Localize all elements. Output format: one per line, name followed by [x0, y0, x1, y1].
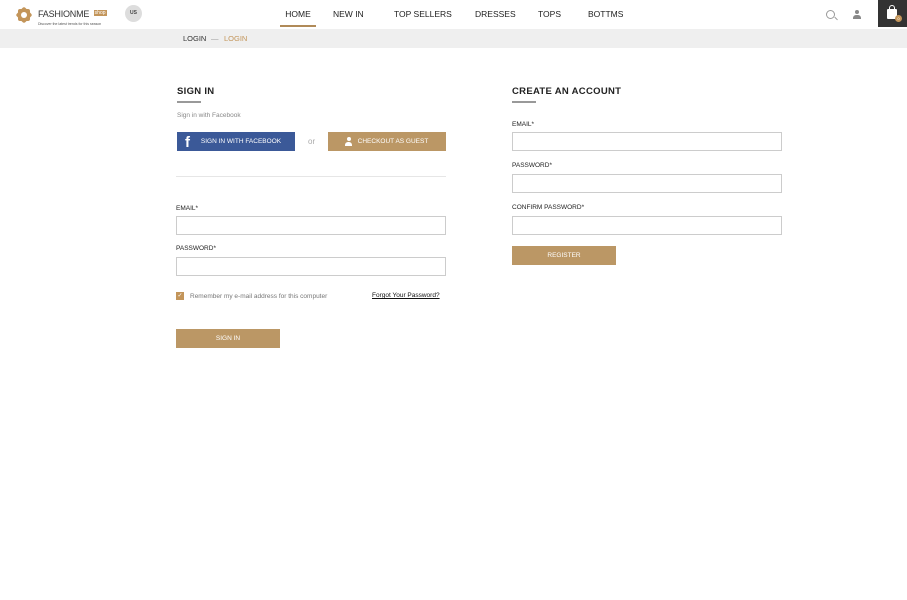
nav-top-sellers[interactable]: TOP SELLERS [394, 0, 452, 29]
checkout-guest-button[interactable]: CHECKOUT AS GUEST [328, 132, 446, 151]
register-password-input[interactable] [512, 174, 782, 193]
cart-count-badge: 0 [895, 15, 902, 22]
or-separator: or [308, 137, 316, 146]
forgot-password-link[interactable]: Forgot Your Password? [372, 292, 440, 299]
signin-password-input[interactable] [176, 257, 446, 276]
facebook-hint: Sign in with Facebook [177, 112, 241, 119]
facebook-signin-label: SIGN IN WITH FACEBOOK [200, 138, 282, 145]
person-icon [345, 137, 352, 146]
register-confirm-input[interactable] [512, 216, 782, 235]
register-email-input[interactable] [512, 132, 782, 151]
search-icon[interactable] [826, 10, 835, 19]
signin-email-label: EMAIL* [176, 205, 199, 212]
register-email-label: EMAIL* [512, 121, 535, 128]
remember-label: Remember my e-mail address for this comp… [190, 293, 328, 300]
breadcrumb-current: LOGIN [224, 34, 248, 43]
register-title: CREATE AN ACCOUNT [512, 86, 622, 103]
nav-home[interactable]: HOME [280, 0, 316, 27]
logo-badge: shop [93, 9, 107, 16]
nav-bottms[interactable]: BOTTMS [588, 0, 623, 29]
breadcrumb: LOGIN — LOGIN [0, 29, 907, 48]
signin-button[interactable]: SIGN IN [176, 329, 280, 348]
register-password-label: PASSWORD* [512, 162, 552, 169]
register-button[interactable]: REGISTER [512, 246, 616, 265]
nav-new-in[interactable]: NEW IN [333, 0, 364, 29]
region-selector[interactable]: US [125, 5, 142, 22]
nav-dresses[interactable]: DRESSES [475, 0, 516, 29]
remember-checkbox[interactable]: ✓ [176, 292, 184, 300]
logo[interactable]: FASHIONME shop Discover the latest trend… [14, 4, 107, 26]
register-confirm-label: CONFIRM PASSWORD* [512, 204, 585, 211]
breadcrumb-login-link[interactable]: LOGIN [183, 29, 206, 49]
breadcrumb-separator: — [211, 34, 219, 43]
signin-email-input[interactable] [176, 216, 446, 235]
signin-title: SIGN IN [177, 86, 215, 103]
logo-name: FASHIONME [38, 9, 90, 19]
user-icon[interactable] [853, 10, 861, 19]
checkout-guest-label: CHECKOUT AS GUEST [357, 138, 429, 145]
divider [176, 176, 446, 177]
signin-password-label: PASSWORD* [176, 245, 216, 252]
header: FASHIONME shop Discover the latest trend… [0, 0, 907, 29]
logo-flower-icon [14, 5, 34, 25]
logo-tagline: Discover the latest trends for this seas… [38, 22, 102, 26]
nav-tops[interactable]: TOPS [538, 0, 561, 29]
facebook-signin-button[interactable]: f SIGN IN WITH FACEBOOK [177, 132, 295, 151]
facebook-icon: f [185, 134, 190, 151]
cart-button[interactable]: 0 [878, 0, 907, 27]
